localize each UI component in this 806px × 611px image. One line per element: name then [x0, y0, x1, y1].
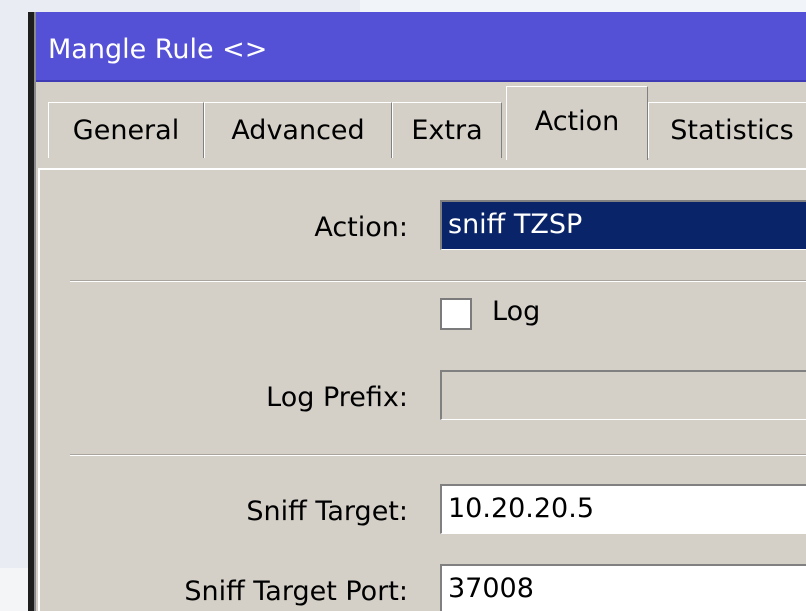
log-checkbox-label[interactable]: Log [492, 296, 540, 327]
title-bar[interactable]: Mangle Rule <> [36, 12, 806, 82]
mangle-rule-window: Mangle Rule <> General Advanced Extra Ac… [34, 12, 806, 611]
log-prefix-label: Log Prefix: [266, 382, 408, 413]
separator [70, 454, 806, 456]
tab-general[interactable]: General [48, 102, 204, 158]
sniff-target-port-label: Sniff Target Port: [184, 576, 408, 607]
desktop-background: Mangle Rule <> General Advanced Extra Ac… [0, 0, 806, 611]
log-prefix-input[interactable] [440, 370, 806, 420]
action-label: Action: [314, 212, 408, 243]
tab-advanced[interactable]: Advanced [204, 102, 392, 158]
window-title: Mangle Rule <> [48, 34, 268, 65]
separator [70, 280, 806, 282]
tab-strip: General Advanced Extra Action Statistics [36, 82, 806, 168]
tab-extra[interactable]: Extra [392, 102, 502, 158]
log-checkbox[interactable] [440, 298, 472, 330]
sniff-target-port-input[interactable]: 37008 [440, 564, 806, 611]
tab-statistics[interactable]: Statistics [648, 102, 806, 158]
action-select[interactable]: sniff TZSP [440, 200, 806, 250]
tab-action[interactable]: Action [506, 86, 648, 160]
desktop-area [360, 0, 806, 12]
sniff-target-input[interactable]: 10.20.20.5 [440, 484, 806, 534]
sniff-target-label: Sniff Target: [246, 496, 408, 527]
action-tab-panel: Action: sniff TZSP Log Log Prefix: Sniff… [38, 168, 806, 611]
